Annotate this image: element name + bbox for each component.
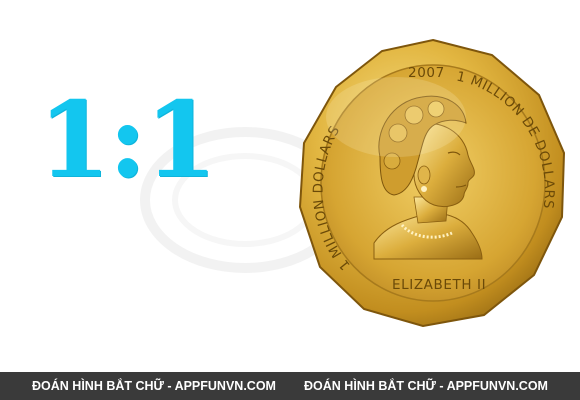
gold-coin-graphic: 1 MILLION DOLLARS 1 MILLION DE DOLLARS 2…	[298, 38, 566, 327]
gold-coin: 1 MILLION DOLLARS 1 MILLION DE DOLLARS 2…	[296, 37, 570, 327]
footer-bar: ĐOÁN HÌNH BẮT CHỮ - APPFUNVN.COM ĐOÁN HÌ…	[0, 372, 580, 400]
coin-bottom-text: ELIZABETH II	[392, 277, 486, 293]
coin-sheen	[326, 77, 466, 157]
puzzle-image: 1:1 1 MILLION DOLLARS 1 MILLION DE DOLLA…	[0, 0, 580, 372]
footer-brand-left: ĐOÁN HÌNH BẮT CHỮ - APPFUNVN.COM	[32, 379, 276, 393]
ratio-clue-text: 1:1	[38, 78, 217, 201]
footer-brand-right: ĐOÁN HÌNH BẮT CHỮ - APPFUNVN.COM	[304, 379, 548, 393]
